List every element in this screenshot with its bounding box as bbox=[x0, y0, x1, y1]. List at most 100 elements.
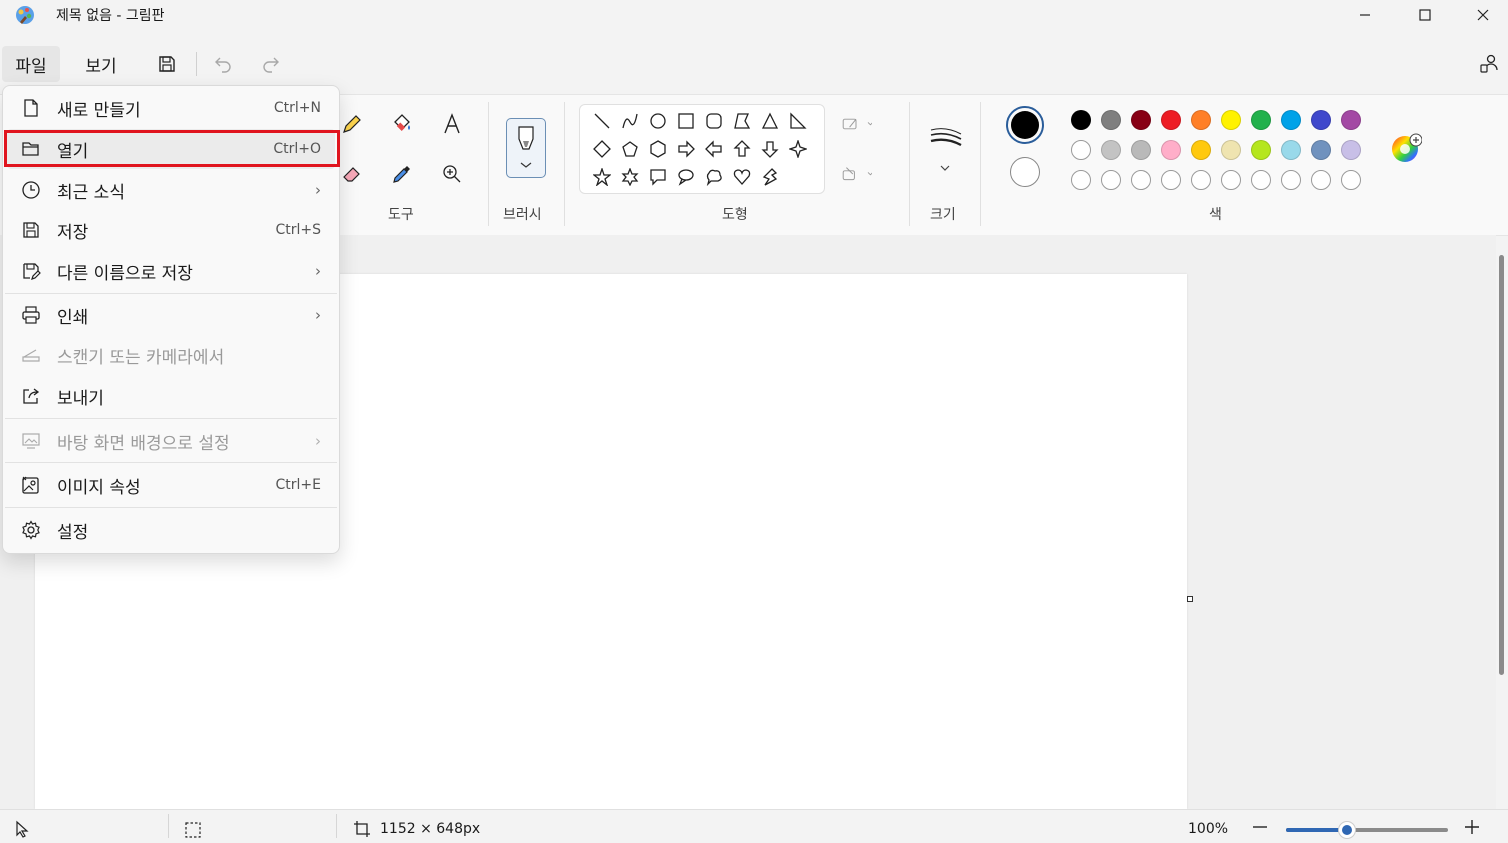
file-menu-button[interactable]: 파일 bbox=[2, 46, 60, 82]
color-swatch[interactable] bbox=[1341, 110, 1361, 130]
color-swatch[interactable] bbox=[1221, 170, 1241, 190]
menu-item-recent[interactable]: 최근 소식 › bbox=[7, 170, 335, 210]
eraser-tool[interactable] bbox=[336, 158, 368, 190]
curve-shape[interactable] bbox=[617, 108, 643, 134]
left-arrow-shape[interactable] bbox=[701, 136, 727, 162]
four-point-star-shape[interactable] bbox=[785, 136, 811, 162]
chevron-right-icon: › bbox=[315, 262, 321, 280]
vertical-scrollbar[interactable] bbox=[1499, 255, 1504, 675]
fill-tool[interactable] bbox=[386, 108, 418, 140]
five-point-star-shape[interactable] bbox=[589, 164, 615, 190]
oval-shape[interactable] bbox=[645, 108, 671, 134]
hexagon-shape[interactable] bbox=[645, 136, 671, 162]
color-swatch[interactable] bbox=[1251, 170, 1271, 190]
zoom-out-button[interactable] bbox=[1251, 818, 1269, 836]
menu-item-image-properties[interactable]: 이미지 속성 Ctrl+E bbox=[7, 465, 335, 505]
color-swatch[interactable] bbox=[1101, 140, 1121, 160]
menu-item-save-as[interactable]: 다른 이름으로 저장 › bbox=[7, 251, 335, 291]
color-swatch[interactable] bbox=[1281, 110, 1301, 130]
line-thickness-icon bbox=[930, 128, 962, 171]
color-picker-tool[interactable] bbox=[386, 158, 418, 190]
color-swatch[interactable] bbox=[1311, 140, 1331, 160]
primary-color-button[interactable] bbox=[1006, 106, 1044, 144]
text-tool[interactable] bbox=[436, 108, 468, 140]
pentagon-shape[interactable] bbox=[617, 136, 643, 162]
size-dropdown[interactable] bbox=[928, 124, 964, 184]
menu-item-label: 스캔기 또는 카메라에서 bbox=[57, 347, 225, 368]
zoom-in-button[interactable] bbox=[1463, 818, 1481, 836]
redo-button[interactable] bbox=[254, 48, 288, 80]
fill-dropdown[interactable] bbox=[840, 158, 872, 190]
menu-item-set-wallpaper[interactable]: 바탕 화면 배경으로 설정 › bbox=[7, 421, 335, 461]
magnifier-tool[interactable] bbox=[436, 158, 468, 190]
down-arrow-shape[interactable] bbox=[757, 136, 783, 162]
color-swatch[interactable] bbox=[1101, 170, 1121, 190]
color-swatch[interactable] bbox=[1191, 170, 1211, 190]
zoom-slider-thumb[interactable] bbox=[1338, 821, 1356, 839]
menu-item-settings[interactable]: 설정 bbox=[7, 510, 335, 550]
curve-icon bbox=[622, 113, 638, 129]
color-swatch[interactable] bbox=[1221, 140, 1241, 160]
view-menu-button[interactable]: 보기 bbox=[72, 46, 130, 82]
color-swatch[interactable] bbox=[1341, 140, 1361, 160]
color-swatch[interactable] bbox=[1191, 110, 1211, 130]
save-icon bbox=[159, 56, 175, 72]
menu-item-send[interactable]: 보내기 bbox=[7, 376, 335, 416]
color-swatch[interactable] bbox=[1131, 170, 1151, 190]
color-swatch[interactable] bbox=[1221, 110, 1241, 130]
undo-button[interactable] bbox=[206, 48, 240, 80]
right-triangle-shape[interactable] bbox=[785, 108, 811, 134]
heart-shape[interactable] bbox=[729, 164, 755, 190]
color-swatch[interactable] bbox=[1131, 110, 1151, 130]
cloud-callout-shape[interactable] bbox=[701, 164, 727, 190]
color-swatch[interactable] bbox=[1131, 140, 1151, 160]
color-swatch[interactable] bbox=[1311, 170, 1331, 190]
close-button[interactable] bbox=[1454, 0, 1508, 30]
canvas-resize-handle[interactable] bbox=[1187, 596, 1193, 602]
redo-icon bbox=[263, 57, 279, 73]
minimize-button[interactable] bbox=[1336, 0, 1394, 30]
shape-fill-icon bbox=[842, 167, 872, 181]
color-swatch[interactable] bbox=[1251, 140, 1271, 160]
secondary-color-button[interactable] bbox=[1010, 157, 1040, 187]
color-swatch[interactable] bbox=[1251, 110, 1271, 130]
color-swatch[interactable] bbox=[1341, 170, 1361, 190]
palette-row bbox=[1071, 170, 1371, 190]
polygon-shape[interactable] bbox=[729, 108, 755, 134]
color-swatch[interactable] bbox=[1071, 170, 1091, 190]
menu-item-print[interactable]: 인쇄 › bbox=[7, 295, 335, 335]
color-swatch[interactable] bbox=[1071, 110, 1091, 130]
rectangle-shape[interactable] bbox=[673, 108, 699, 134]
color-swatch[interactable] bbox=[1281, 140, 1301, 160]
triangle-shape[interactable] bbox=[757, 108, 783, 134]
menu-item-save[interactable]: 저장 Ctrl+S bbox=[7, 210, 335, 250]
color-swatch[interactable] bbox=[1071, 140, 1091, 160]
color-swatch[interactable] bbox=[1161, 170, 1181, 190]
pencil-tool[interactable] bbox=[336, 108, 368, 140]
left-arrow-icon bbox=[705, 140, 722, 158]
color-swatch[interactable] bbox=[1101, 110, 1121, 130]
account-button[interactable] bbox=[1472, 48, 1506, 80]
color-swatch[interactable] bbox=[1191, 140, 1211, 160]
brushes-button[interactable] bbox=[506, 118, 546, 178]
maximize-button[interactable] bbox=[1396, 0, 1454, 30]
rect-callout-icon bbox=[650, 169, 666, 186]
color-swatch[interactable] bbox=[1281, 170, 1301, 190]
six-point-star-shape[interactable] bbox=[617, 164, 643, 190]
oval-callout-shape[interactable] bbox=[673, 164, 699, 190]
quick-save-button[interactable] bbox=[150, 48, 184, 80]
outline-dropdown[interactable] bbox=[840, 108, 872, 140]
up-arrow-shape[interactable] bbox=[729, 136, 755, 162]
color-swatch[interactable] bbox=[1161, 140, 1181, 160]
lightning-shape[interactable] bbox=[757, 164, 783, 190]
menu-item-new[interactable]: 새로 만들기 Ctrl+N bbox=[7, 88, 335, 128]
edit-colors-button[interactable] bbox=[1390, 132, 1423, 164]
color-swatch[interactable] bbox=[1161, 110, 1181, 130]
line-shape[interactable] bbox=[589, 108, 615, 134]
color-swatch[interactable] bbox=[1311, 110, 1331, 130]
right-arrow-shape[interactable] bbox=[673, 136, 699, 162]
rect-callout-shape[interactable] bbox=[645, 164, 671, 190]
rounded-rectangle-shape[interactable] bbox=[701, 108, 727, 134]
menu-item-scanner[interactable]: 스캔기 또는 카메라에서 bbox=[7, 335, 335, 375]
diamond-shape[interactable] bbox=[589, 136, 615, 162]
